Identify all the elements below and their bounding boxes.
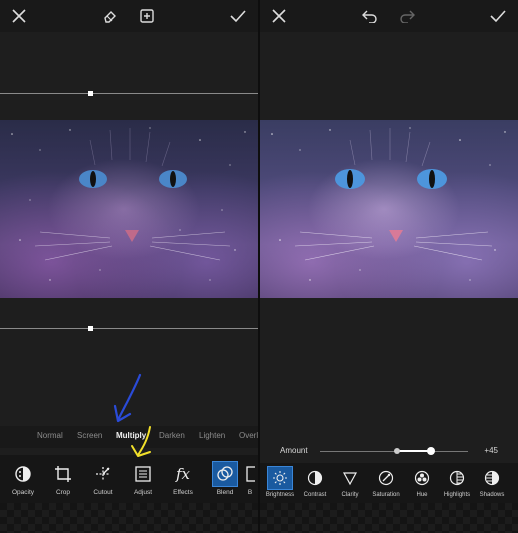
adjustment-tools-bar: Brightness Contrast Clarity Saturation H… bbox=[260, 463, 518, 503]
adjust-editor-panel: Amount +45 Brightness Contrast Clarity S… bbox=[260, 0, 518, 533]
tool-partial[interactable]: B bbox=[240, 461, 258, 503]
adjust-label: Hue bbox=[416, 492, 428, 498]
cat-photo-blended bbox=[0, 120, 258, 298]
adjust-label: Contrast bbox=[303, 492, 327, 498]
blend-mode-selector: Normal Screen Multiply Darken Lighten Ov… bbox=[0, 426, 258, 448]
cat-photo-adjusted bbox=[260, 120, 518, 298]
adjust-label: Clarity bbox=[341, 492, 359, 498]
transform-handle-top[interactable] bbox=[88, 91, 93, 96]
adjust-label: Saturation bbox=[372, 492, 400, 498]
adjust-icon bbox=[130, 461, 156, 487]
tool-label: Adjust bbox=[133, 489, 153, 496]
tool-label: Blend bbox=[216, 489, 234, 496]
hue-icon bbox=[409, 466, 435, 490]
contrast-icon bbox=[302, 466, 328, 490]
close-icon[interactable] bbox=[9, 6, 29, 26]
adjust-highlights[interactable]: Highlights bbox=[438, 466, 476, 504]
adjust-clarity[interactable]: Clarity bbox=[331, 466, 369, 504]
apply-check-icon[interactable] bbox=[488, 6, 508, 26]
blue-arrow-annotation bbox=[113, 373, 142, 423]
amount-slider-fill bbox=[397, 450, 431, 452]
amount-slider-row: Amount +45 bbox=[260, 440, 518, 462]
transform-guide-top bbox=[0, 93, 258, 94]
blend-mode-screen[interactable]: Screen bbox=[77, 431, 102, 440]
adjust-saturation[interactable]: Saturation bbox=[367, 466, 405, 504]
clarity-icon bbox=[337, 466, 363, 490]
adjust-hue[interactable]: Hue bbox=[403, 466, 441, 504]
adjust-label: Highlights bbox=[443, 492, 471, 498]
saturation-icon bbox=[373, 466, 399, 490]
top-toolbar bbox=[260, 0, 518, 32]
opacity-icon bbox=[10, 461, 36, 487]
tool-blend[interactable]: Blend bbox=[205, 461, 245, 503]
top-toolbar bbox=[0, 0, 258, 32]
layer-tools-bar: Opacity Crop Cutout Adjust fx Effects Bl… bbox=[0, 455, 258, 503]
effects-icon: fx bbox=[170, 461, 196, 487]
highlights-icon bbox=[444, 466, 470, 490]
blend-mode-darken[interactable]: Darken bbox=[159, 431, 185, 440]
tool-label: Crop bbox=[55, 489, 71, 496]
blend-icon bbox=[212, 461, 238, 487]
cutout-icon bbox=[90, 461, 116, 487]
adjust-label: Shadows bbox=[479, 492, 505, 498]
adjust-label: Brightness bbox=[265, 492, 295, 498]
tool-effects[interactable]: fx Effects bbox=[163, 461, 203, 503]
adjust-brightness[interactable]: Brightness bbox=[261, 466, 299, 504]
crop-icon bbox=[50, 461, 76, 487]
tool-label: Cutout bbox=[93, 489, 113, 496]
apply-check-icon[interactable] bbox=[228, 6, 248, 26]
blend-mode-lighten[interactable]: Lighten bbox=[199, 431, 225, 440]
bottom-pattern bbox=[0, 503, 258, 533]
tool-adjust[interactable]: Adjust bbox=[123, 461, 163, 503]
amount-value: +45 bbox=[484, 446, 498, 455]
eraser-icon[interactable] bbox=[100, 6, 120, 26]
adjust-shadows[interactable]: Shadows bbox=[473, 466, 511, 504]
redo-icon[interactable] bbox=[397, 6, 417, 26]
add-image-icon[interactable] bbox=[137, 6, 157, 26]
blend-mode-multiply[interactable]: Multiply bbox=[116, 431, 146, 440]
tool-cutout[interactable]: Cutout bbox=[83, 461, 123, 503]
close-icon[interactable] bbox=[269, 6, 289, 26]
transform-handle-bottom[interactable] bbox=[88, 326, 93, 331]
effects-glyph: fx bbox=[175, 465, 190, 483]
cat-face-illustration bbox=[11, 127, 246, 281]
undo-icon[interactable] bbox=[360, 6, 380, 26]
partial-tool-icon bbox=[243, 461, 257, 487]
transform-guide-bottom bbox=[0, 328, 258, 329]
amount-slider-origin-knob bbox=[394, 448, 400, 454]
brightness-icon bbox=[267, 466, 293, 490]
tool-crop[interactable]: Crop bbox=[43, 461, 83, 503]
blend-mode-overlay[interactable]: Overla bbox=[239, 431, 258, 440]
blend-editor-panel: Normal Screen Multiply Darken Lighten Ov… bbox=[0, 0, 258, 533]
tool-opacity[interactable]: Opacity bbox=[3, 461, 43, 503]
cat-face-illustration bbox=[271, 127, 506, 281]
blend-mode-normal[interactable]: Normal bbox=[37, 431, 63, 440]
tool-label: B bbox=[247, 489, 253, 496]
tool-label: Opacity bbox=[11, 489, 35, 496]
shadows-icon bbox=[479, 466, 505, 490]
tool-label: Effects bbox=[173, 489, 193, 496]
amount-slider-knob[interactable] bbox=[427, 447, 435, 455]
bottom-pattern bbox=[260, 503, 518, 533]
adjust-contrast[interactable]: Contrast bbox=[296, 466, 334, 504]
amount-label: Amount bbox=[280, 446, 308, 455]
